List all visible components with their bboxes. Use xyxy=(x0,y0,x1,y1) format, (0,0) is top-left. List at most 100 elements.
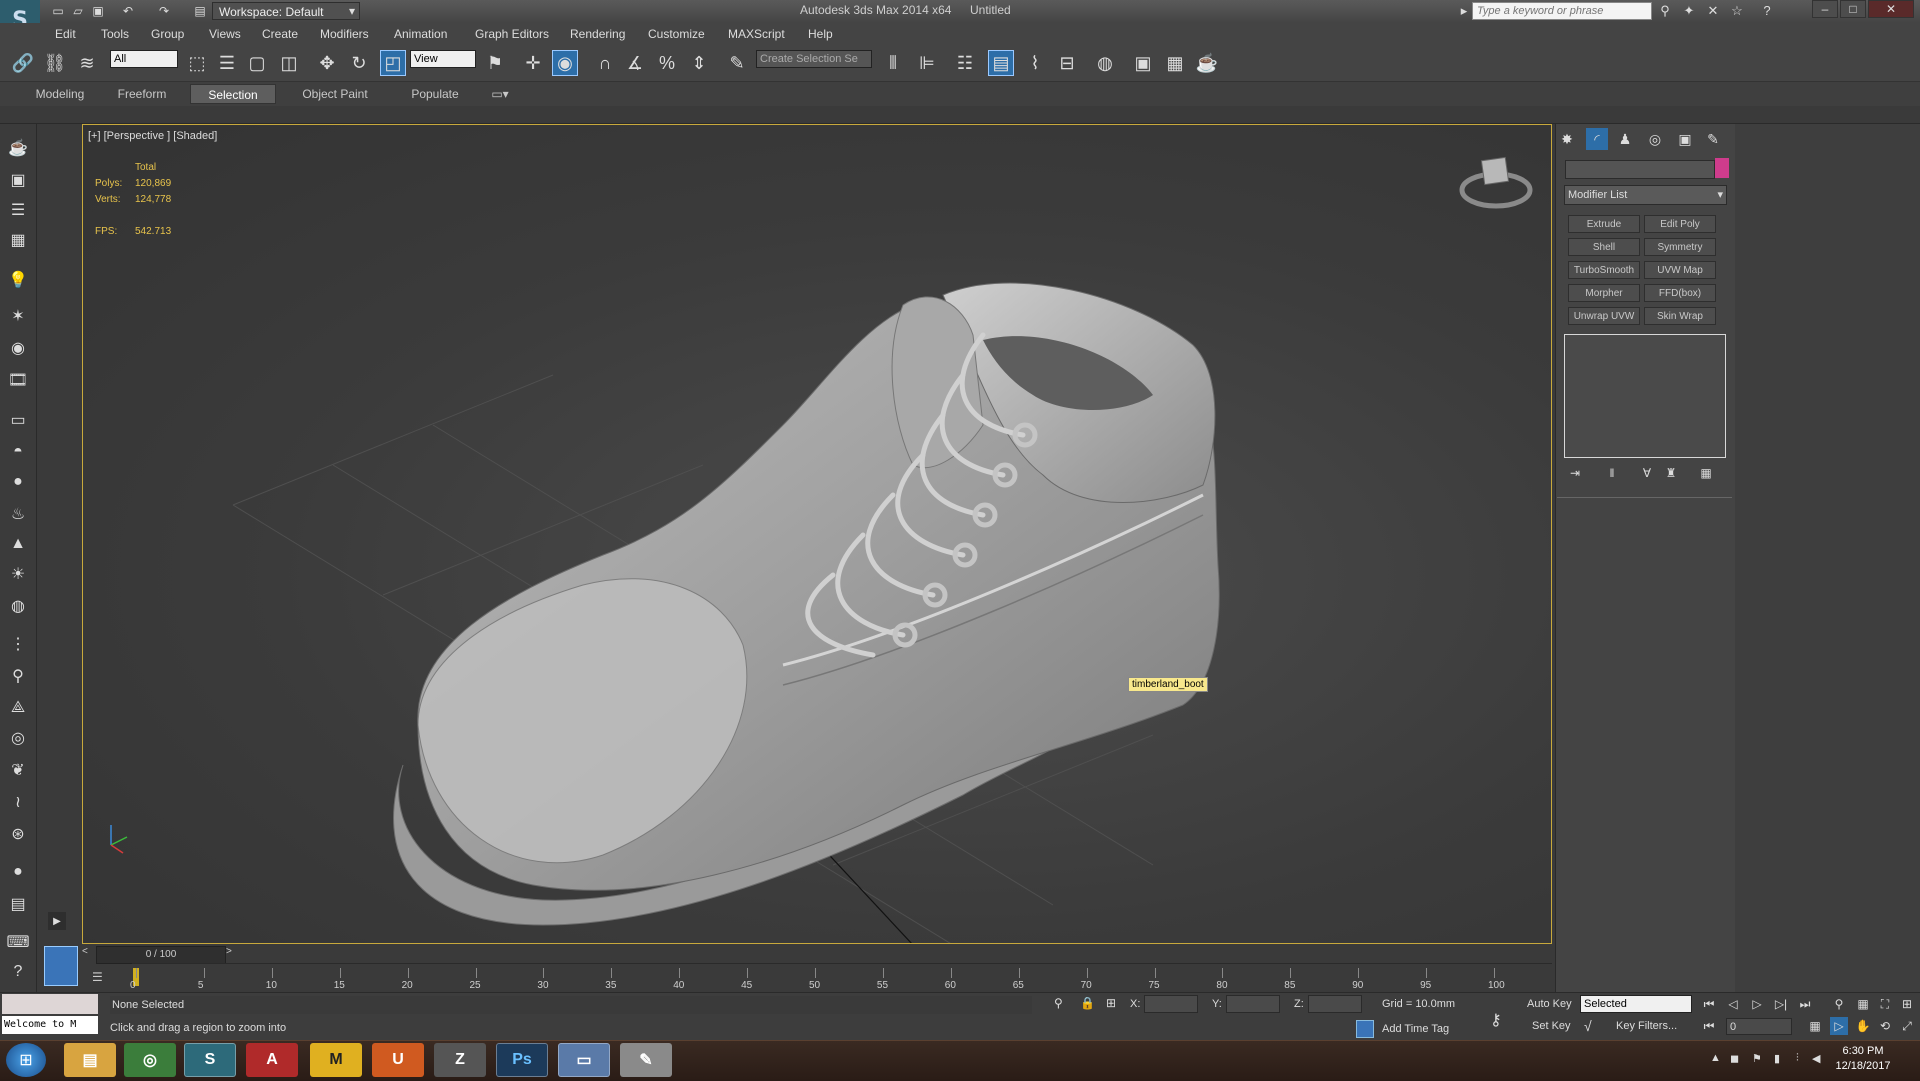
tab-populate[interactable]: Populate xyxy=(400,84,470,104)
new-file-icon[interactable]: ▭ xyxy=(50,3,66,19)
key-mode-dropdown[interactable]: Selected xyxy=(1580,995,1692,1013)
photoshop-icon[interactable]: Ps xyxy=(496,1043,548,1077)
maximize-viewport-icon[interactable]: ⤢ xyxy=(1898,1017,1916,1035)
time-slider[interactable]: 0 / 100 xyxy=(96,946,226,964)
unlink-icon[interactable]: ⛓ xyxy=(42,50,68,76)
next-frame-icon[interactable]: ▷| xyxy=(1772,995,1790,1013)
bones-icon[interactable]: ⚲ xyxy=(6,664,30,688)
tab-selection[interactable]: Selection xyxy=(190,84,276,104)
menu-maxscript[interactable]: MAXScript xyxy=(728,27,785,41)
window-app-icon[interactable]: ▭ xyxy=(558,1043,610,1077)
mini-curve-editor-icon[interactable] xyxy=(44,946,78,986)
render-production-icon[interactable]: ☕ xyxy=(1194,50,1220,76)
window-crossing-icon[interactable]: ◫ xyxy=(276,50,302,76)
spinner-snap-icon[interactable]: ⇕ xyxy=(686,50,712,76)
schematic-view-icon[interactable]: ⊟ xyxy=(1054,50,1080,76)
go-to-start-icon[interactable]: ⏮ xyxy=(1700,995,1718,1013)
search-input[interactable] xyxy=(1472,2,1652,20)
plant-icon[interactable]: ❦ xyxy=(6,758,30,782)
communication-icon[interactable]: ✕ xyxy=(1704,3,1722,19)
link-icon[interactable]: 🔗 xyxy=(10,50,36,76)
file-explorer-icon[interactable]: ▤ xyxy=(64,1043,116,1077)
texture-icon[interactable]: ⊛ xyxy=(6,822,30,846)
biped-icon[interactable]: ⟁ xyxy=(6,696,30,720)
maxscript-listener-input[interactable] xyxy=(2,994,98,1014)
mudbox-icon[interactable]: M xyxy=(310,1043,362,1077)
select-by-name-icon[interactable]: ☰ xyxy=(214,50,240,76)
motion-panel-icon[interactable]: ◎ xyxy=(1644,128,1666,150)
orbit-icon[interactable]: ⟲ xyxy=(1876,1017,1894,1035)
maximize-button[interactable]: □ xyxy=(1840,0,1866,18)
globe-icon[interactable]: ◎ xyxy=(6,726,30,750)
taskbar-clock[interactable]: 6:30 PM 12/18/2017 xyxy=(1828,1044,1898,1074)
go-to-end-icon[interactable]: ⏭ xyxy=(1796,995,1814,1013)
film-icon[interactable]: 🎞 xyxy=(6,368,30,392)
boot-model[interactable] xyxy=(393,282,1220,926)
keyboard-shortcut-override-icon[interactable]: ◉ xyxy=(552,50,578,76)
current-frame-field[interactable]: 0 xyxy=(1726,1018,1792,1035)
key-mode-toggle-icon[interactable]: ⏮ xyxy=(1700,1017,1718,1035)
menu-modifiers[interactable]: Modifiers xyxy=(320,27,369,41)
subscription-icon[interactable]: ✦ xyxy=(1680,3,1698,19)
modifier-morpher-button[interactable]: Morpher xyxy=(1568,284,1640,302)
perspective-viewport[interactable] xyxy=(82,124,1552,944)
layers-icon[interactable]: ☰ xyxy=(6,198,30,222)
make-unique-icon[interactable]: ∀ xyxy=(1638,466,1656,484)
project-folder-icon[interactable]: ▤ xyxy=(192,3,208,19)
windows-start-icon[interactable]: ⊞ xyxy=(6,1043,46,1077)
zoom-extents-icon[interactable]: ⛶ xyxy=(1876,995,1894,1013)
modifier-shell-button[interactable]: Shell xyxy=(1568,238,1640,256)
field-of-view-icon[interactable]: ▷ xyxy=(1830,1017,1848,1035)
x-coord-field[interactable] xyxy=(1144,995,1198,1013)
bind-space-warp-icon[interactable]: ≋ xyxy=(74,50,100,76)
menu-create[interactable]: Create xyxy=(262,27,298,41)
help-circle-icon[interactable]: ? xyxy=(6,960,30,984)
pan-view-icon[interactable]: ✋ xyxy=(1854,1017,1872,1035)
graphite-ribbon-icon[interactable]: ▤ xyxy=(988,50,1014,76)
modifier-symmetry-button[interactable]: Symmetry xyxy=(1644,238,1716,256)
chevron-down-icon[interactable]: ▾ xyxy=(344,3,360,19)
object-color-swatch[interactable] xyxy=(1715,158,1729,178)
play-icon[interactable]: ▷ xyxy=(1748,995,1766,1013)
utilities-panel-icon[interactable]: ✎ xyxy=(1702,128,1724,150)
modifier-list-dropdown[interactable]: Modifier List ▾ xyxy=(1564,185,1727,205)
angle-snap-icon[interactable]: ∡ xyxy=(622,50,648,76)
menu-group[interactable]: Group xyxy=(151,27,184,41)
redo-icon[interactable]: ↷ xyxy=(156,3,172,19)
teapot-prim-icon[interactable]: ♨ xyxy=(6,502,30,526)
particle-icon[interactable]: ✶ xyxy=(6,304,30,328)
half-sphere-icon[interactable]: ◓ xyxy=(6,440,30,464)
camera-icon[interactable]: ◉ xyxy=(6,336,30,360)
tab-object-paint[interactable]: Object Paint xyxy=(290,84,380,104)
sphere-icon[interactable]: ● xyxy=(6,470,30,494)
render-frame-icon[interactable]: ▣ xyxy=(6,168,30,192)
menu-animation[interactable]: Animation xyxy=(394,27,447,41)
box-icon[interactable]: ▭ xyxy=(6,408,30,432)
render-setup-icon[interactable]: ▣ xyxy=(1130,50,1156,76)
auto-key-button[interactable]: Auto Key xyxy=(1527,998,1572,1010)
select-object-icon[interactable]: ⬚ xyxy=(184,50,210,76)
curve-editor-icon[interactable]: ⌇ xyxy=(1022,50,1048,76)
menu-rendering[interactable]: Rendering xyxy=(570,27,625,41)
configure-modifier-sets-icon[interactable]: ▦ xyxy=(1697,466,1715,484)
key-icon[interactable]: ⚷ xyxy=(1490,1010,1502,1030)
material-sphere-icon[interactable]: ● xyxy=(6,860,30,884)
pin-stack-icon[interactable]: ⇥ xyxy=(1566,466,1584,484)
lock-selection-icon[interactable]: 🔒 xyxy=(1080,996,1095,1010)
viewcube-icon[interactable] xyxy=(1459,156,1533,209)
autodesk-icon[interactable]: A xyxy=(246,1043,298,1077)
snaps-toggle-icon[interactable]: ∩ xyxy=(592,50,618,76)
teapot-icon[interactable]: ☕ xyxy=(6,136,30,160)
zoom-all-icon[interactable]: ▦ xyxy=(1854,995,1872,1013)
add-time-tag[interactable]: Add Time Tag xyxy=(1382,1023,1449,1035)
schematic-icon[interactable]: ▤ xyxy=(6,892,30,916)
gold-sphere-icon[interactable]: ◍ xyxy=(6,594,30,618)
key-filters-button[interactable]: Key Filters... xyxy=(1616,1020,1677,1032)
y-coord-field[interactable] xyxy=(1226,995,1280,1013)
track-bar[interactable] xyxy=(132,963,1552,992)
show-end-result-icon[interactable]: ‖ xyxy=(1603,466,1621,484)
favorites-star-icon[interactable]: ☆ xyxy=(1728,3,1746,19)
modifier-skin-wrap-button[interactable]: Skin Wrap xyxy=(1644,307,1716,325)
time-config-icon[interactable]: ▦ xyxy=(1806,1017,1824,1035)
move-icon[interactable]: ✥ xyxy=(314,50,340,76)
